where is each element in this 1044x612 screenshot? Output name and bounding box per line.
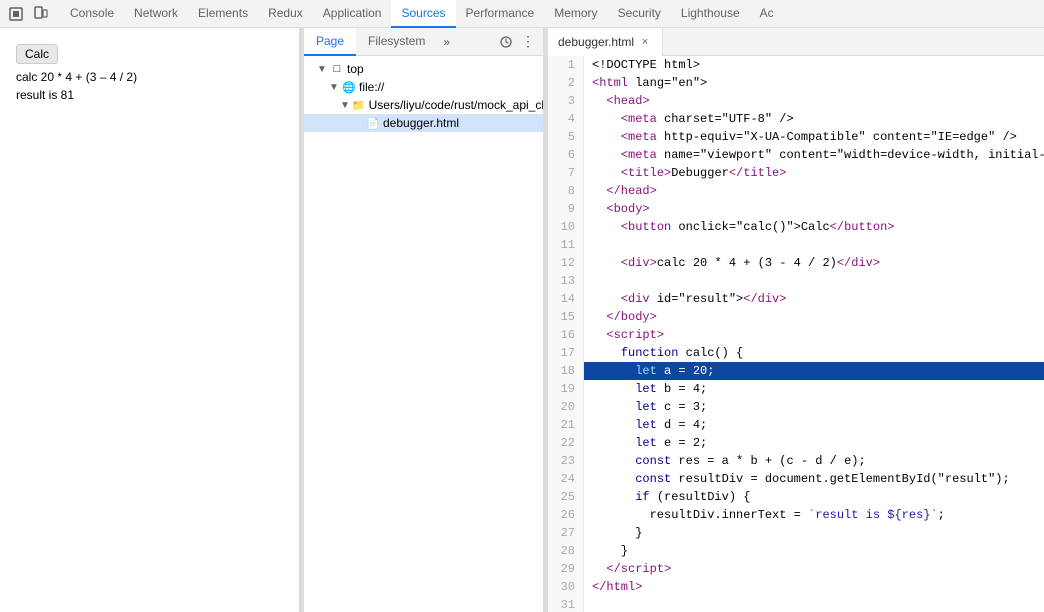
sources-tab-page[interactable]: Page [304, 28, 356, 56]
code-editor-panel: debugger.html × 123456789101112131415161… [548, 28, 1044, 612]
tree-item-top[interactable]: ▼ □ top [304, 60, 543, 78]
tree-item-folder[interactable]: ▼ 📁 Users/liyu/code/rust/mock_api_cli [304, 96, 543, 114]
inspect-icon[interactable] [4, 2, 28, 26]
tree-label-file: file:// [359, 80, 384, 94]
main-area: Calc calc 20 * 4 + (3 – 4 / 2) result is… [0, 28, 1044, 612]
tab-performance[interactable]: Performance [456, 0, 545, 28]
tree-arrow-folder: ▼ [340, 99, 350, 111]
sources-subheader: Page Filesystem » ⋮ [304, 28, 543, 56]
sources-panel: Page Filesystem » ⋮ ▼ □ top ▼ 🌐 file:// [304, 28, 544, 612]
tab-sources[interactable]: Sources [391, 0, 455, 28]
tree-item-file[interactable]: ▼ 🌐 file:// [304, 78, 543, 96]
tree-top-icon: □ [330, 62, 344, 76]
editor-tabs: debugger.html × [548, 28, 1044, 56]
sources-tab-filesystem[interactable]: Filesystem [356, 28, 437, 56]
tab-memory[interactable]: Memory [544, 0, 607, 28]
tree-folder-icon: 📁 [352, 98, 366, 112]
tab-security[interactable]: Security [608, 0, 671, 28]
calc-result: result is 81 [16, 88, 283, 102]
tab-network[interactable]: Network [124, 0, 188, 28]
code-area[interactable]: 1234567891011121314151617181920212223242… [548, 56, 1044, 612]
calc-expression: calc 20 * 4 + (3 – 4 / 2) [16, 70, 283, 84]
tab-console[interactable]: Console [60, 0, 124, 28]
page-content: Calc calc 20 * 4 + (3 – 4 / 2) result is… [0, 28, 299, 612]
tree-label-top: top [347, 62, 364, 76]
tab-application[interactable]: Application [313, 0, 392, 28]
file-tree: ▼ □ top ▼ 🌐 file:// ▼ 📁 Users/liyu/code/… [304, 56, 543, 612]
sources-actions: ⋮ [495, 31, 543, 53]
sources-more-icon[interactable]: ⋮ [517, 31, 539, 53]
tree-label-folder: Users/liyu/code/rust/mock_api_cli [369, 98, 543, 112]
devtools-icons [4, 2, 52, 26]
tree-globe-icon: 🌐 [342, 80, 356, 94]
sources-more-button[interactable]: » [437, 31, 456, 53]
line-numbers: 1234567891011121314151617181920212223242… [548, 56, 584, 612]
page-preview-panel: Calc calc 20 * 4 + (3 – 4 / 2) result is… [0, 28, 300, 612]
editor-tab-label: debugger.html [558, 35, 634, 49]
device-icon[interactable] [28, 2, 52, 26]
tree-item-file-html[interactable]: ▶ 📄 debugger.html [304, 114, 543, 132]
code-lines: <!DOCTYPE html><html lang="en"> <head> <… [584, 56, 1044, 612]
editor-tab-debugger[interactable]: debugger.html × [548, 28, 663, 56]
calc-button[interactable]: Calc [16, 44, 58, 64]
editor-tab-close-icon[interactable]: × [638, 35, 652, 49]
devtools-tabbar: Console Network Elements Redux Applicati… [0, 0, 1044, 28]
tree-arrow-top: ▼ [316, 63, 328, 75]
tab-redux[interactable]: Redux [258, 0, 313, 28]
tab-elements[interactable]: Elements [188, 0, 258, 28]
sources-sync-icon[interactable] [495, 31, 517, 53]
tab-lighthouse[interactable]: Lighthouse [671, 0, 750, 28]
tree-label-html: debugger.html [383, 116, 459, 130]
tree-arrow-file: ▼ [328, 81, 340, 93]
tree-file-icon: 📄 [366, 116, 380, 130]
tab-ac[interactable]: Ac [750, 0, 784, 28]
